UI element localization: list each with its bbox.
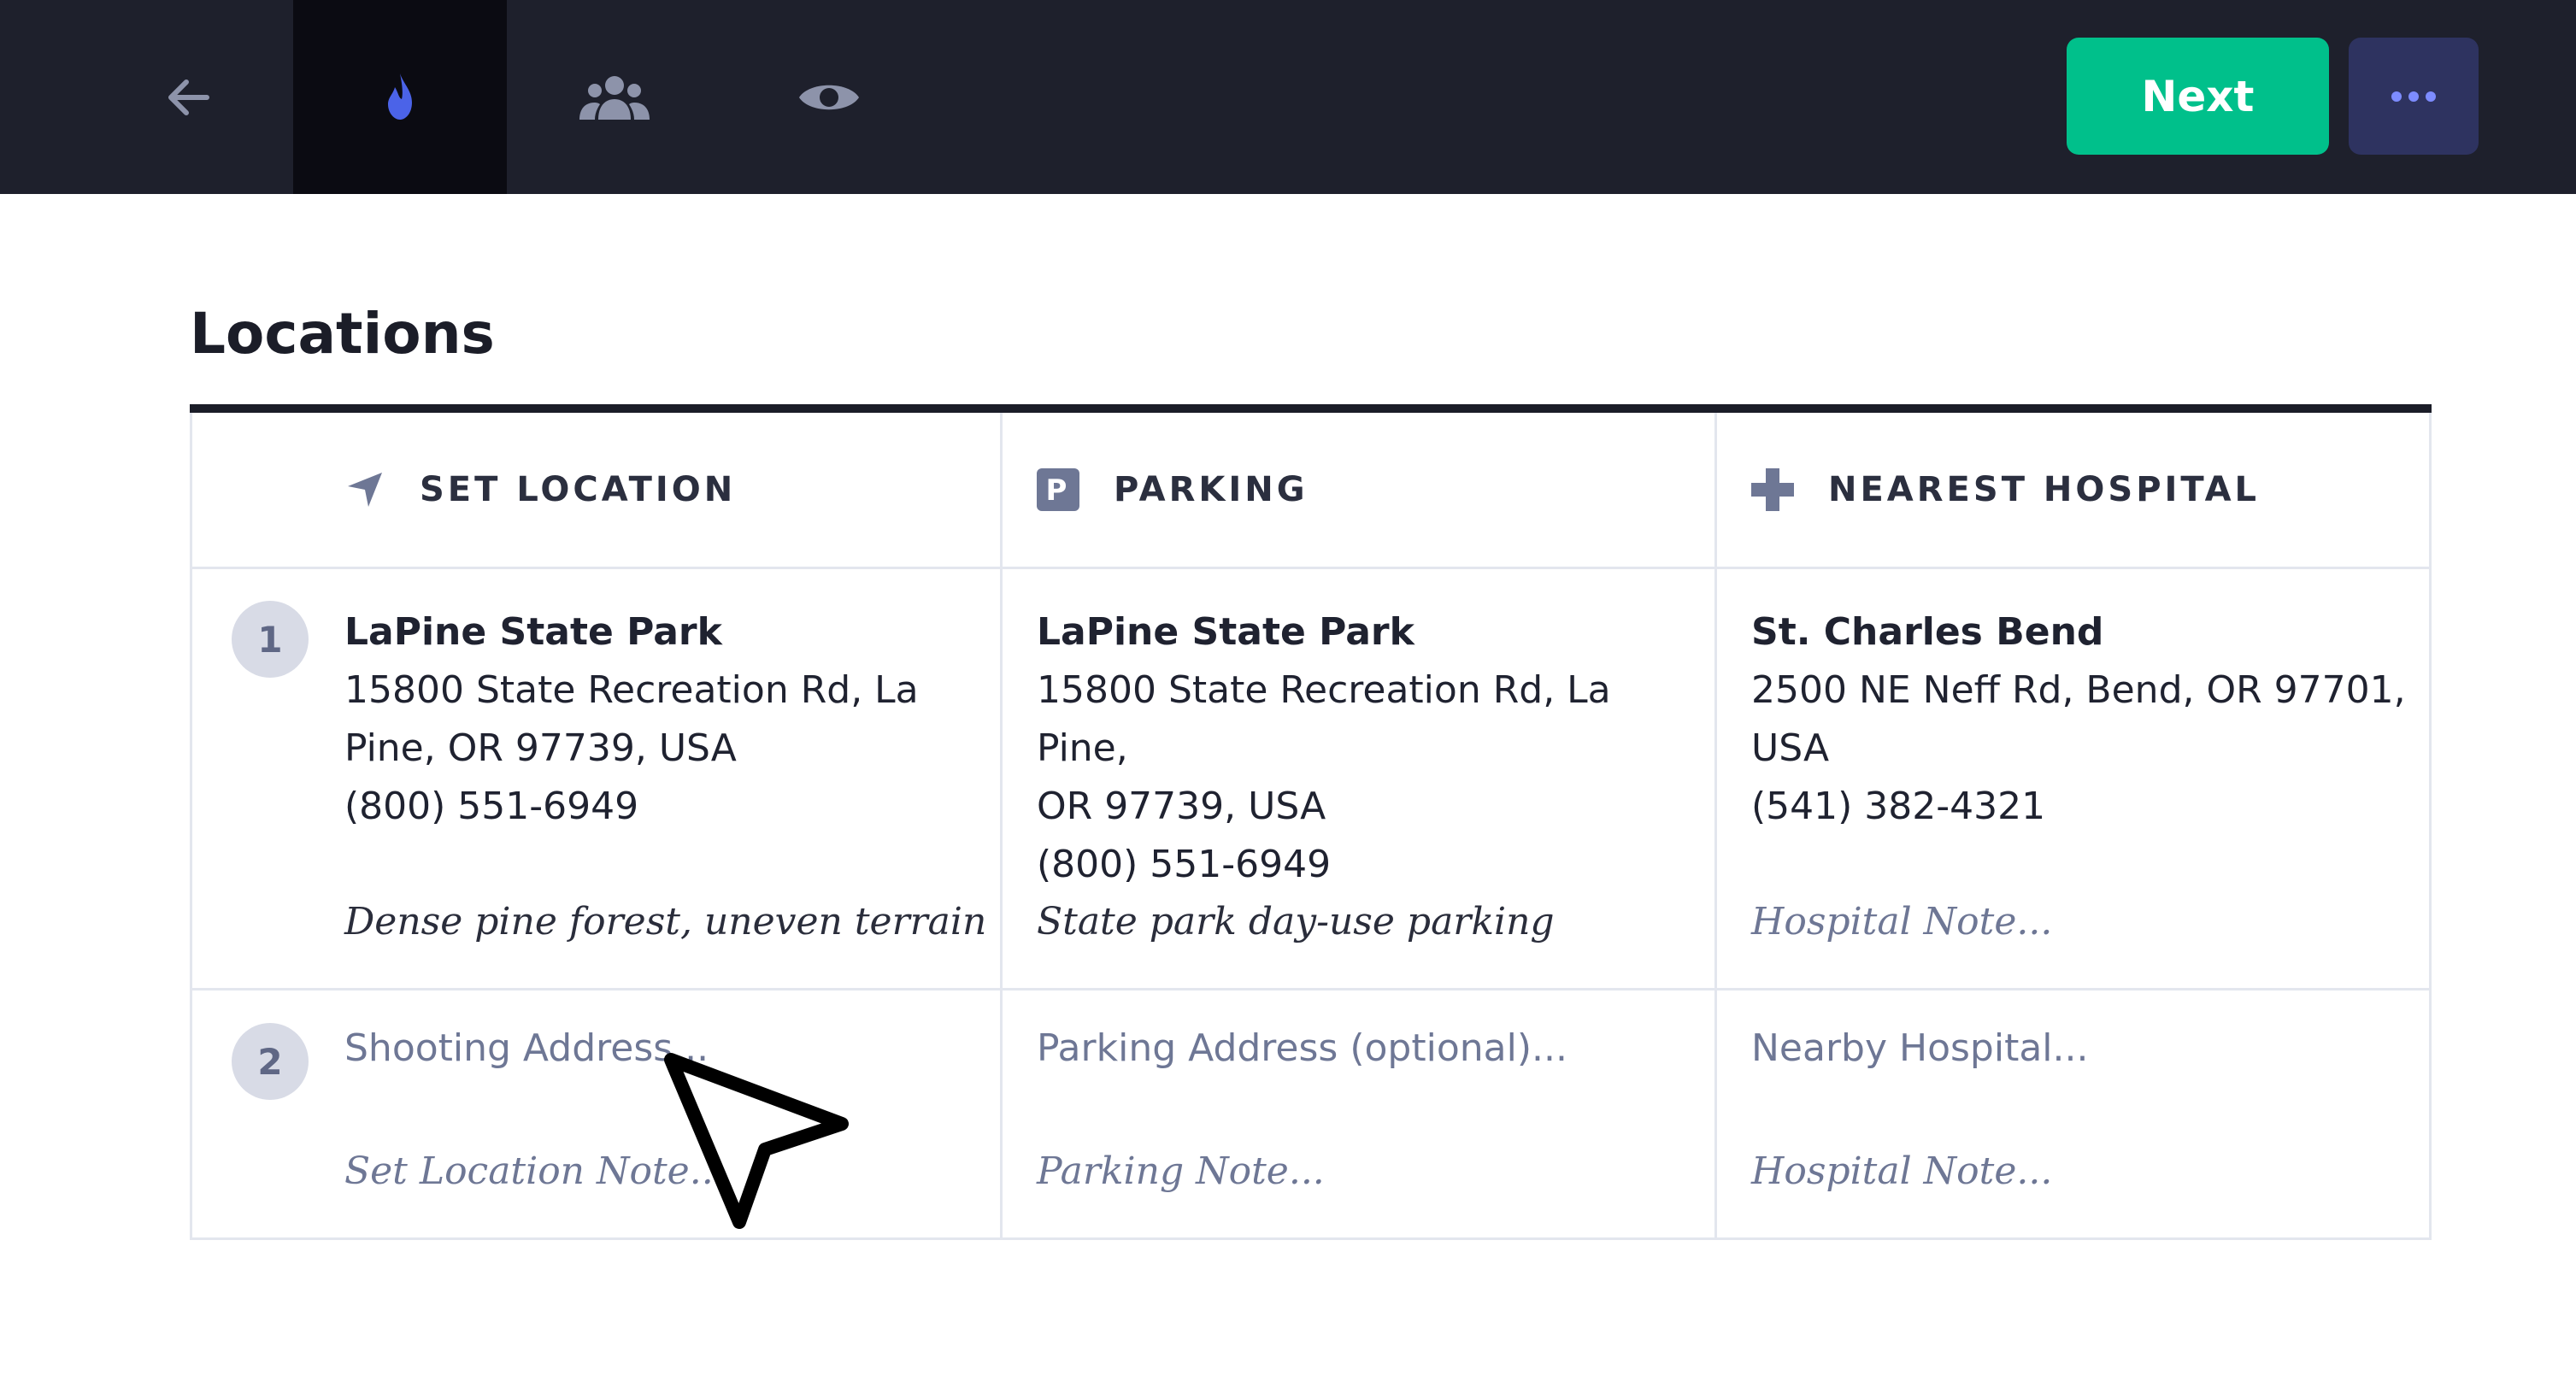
row-divider bbox=[192, 988, 2429, 990]
medical-cross-icon bbox=[1751, 468, 1794, 511]
address-line: Pine, OR 97739, USA bbox=[344, 726, 737, 770]
tab-production[interactable] bbox=[293, 0, 507, 194]
column-divider bbox=[1000, 413, 1003, 1237]
address-line: 15800 State Recreation Rd, La bbox=[344, 668, 919, 712]
column-header-parking: P PARKING bbox=[1037, 413, 1309, 567]
people-icon bbox=[579, 75, 650, 120]
parking-icon: P bbox=[1037, 468, 1079, 511]
navigation-arrow-icon bbox=[344, 469, 385, 510]
address-line: 2500 NE Neff Rd, Bend, OR 97701, bbox=[1751, 668, 2406, 712]
back-button[interactable] bbox=[81, 0, 295, 194]
set-location-address[interactable]: LaPine State Park 15800 State Recreation… bbox=[344, 603, 977, 836]
column-label: PARKING bbox=[1114, 470, 1309, 509]
column-header-hospital: NEAREST HOSPITAL bbox=[1751, 413, 2260, 567]
mouse-cursor-icon bbox=[664, 1053, 849, 1229]
parking-note[interactable]: Parking Note... bbox=[1037, 1149, 1325, 1193]
tab-team[interactable] bbox=[508, 0, 721, 194]
hospital-note[interactable]: Hospital Note... bbox=[1751, 900, 2052, 943]
address-line: OR 97739, USA bbox=[1037, 785, 1326, 828]
phone-number: (800) 551-6949 bbox=[344, 785, 639, 828]
set-location-note[interactable]: Dense pine forest, uneven terrain bbox=[344, 900, 986, 943]
column-label: NEAREST HOSPITAL bbox=[1828, 470, 2261, 509]
location-name: LaPine State Park bbox=[344, 610, 722, 654]
ellipsis-icon bbox=[2391, 91, 2436, 102]
parking-note[interactable]: State park day-use parking bbox=[1037, 900, 1555, 943]
address-line: 15800 State Recreation Rd, La Pine, bbox=[1037, 668, 1611, 770]
hospital-note[interactable]: Hospital Note... bbox=[1751, 1149, 2052, 1193]
top-toolbar: Next bbox=[0, 0, 2576, 194]
page-title: Locations bbox=[190, 301, 495, 367]
arrow-left-icon bbox=[168, 79, 209, 115]
phone-number: (800) 551-6949 bbox=[1037, 843, 1332, 886]
hospital-address[interactable]: St. Charles Bend 2500 NE Neff Rd, Bend, … bbox=[1751, 603, 2418, 836]
parking-address[interactable]: LaPine State Park 15800 State Recreation… bbox=[1037, 603, 1703, 894]
column-divider bbox=[1714, 413, 1717, 1237]
location-name: St. Charles Bend bbox=[1751, 610, 2104, 654]
row-number-badge: 2 bbox=[232, 1023, 309, 1100]
locations-table: SET LOCATION P PARKING NEAREST HOSPITAL … bbox=[190, 413, 2432, 1240]
tab-preview[interactable] bbox=[722, 0, 936, 194]
parking-address-input[interactable]: Parking Address (optional)... bbox=[1037, 1026, 1567, 1070]
hospital-address-input[interactable]: Nearby Hospital... bbox=[1751, 1026, 2088, 1070]
phone-number: (541) 382-4321 bbox=[1751, 785, 2046, 828]
address-line: USA bbox=[1751, 726, 1830, 770]
eye-icon bbox=[799, 85, 859, 109]
row-number-badge: 1 bbox=[232, 601, 309, 678]
title-divider bbox=[190, 404, 2432, 413]
more-options-button[interactable] bbox=[2349, 38, 2479, 155]
flame-icon bbox=[388, 73, 412, 120]
location-name: LaPine State Park bbox=[1037, 610, 1414, 654]
shooting-address-input[interactable]: Shooting Address... bbox=[344, 1026, 709, 1070]
column-label: SET LOCATION bbox=[420, 470, 737, 509]
next-button[interactable]: Next bbox=[2067, 38, 2329, 155]
column-header-set-location: SET LOCATION bbox=[344, 413, 736, 567]
svg-text:P: P bbox=[1046, 473, 1071, 508]
header-divider bbox=[192, 567, 2429, 569]
